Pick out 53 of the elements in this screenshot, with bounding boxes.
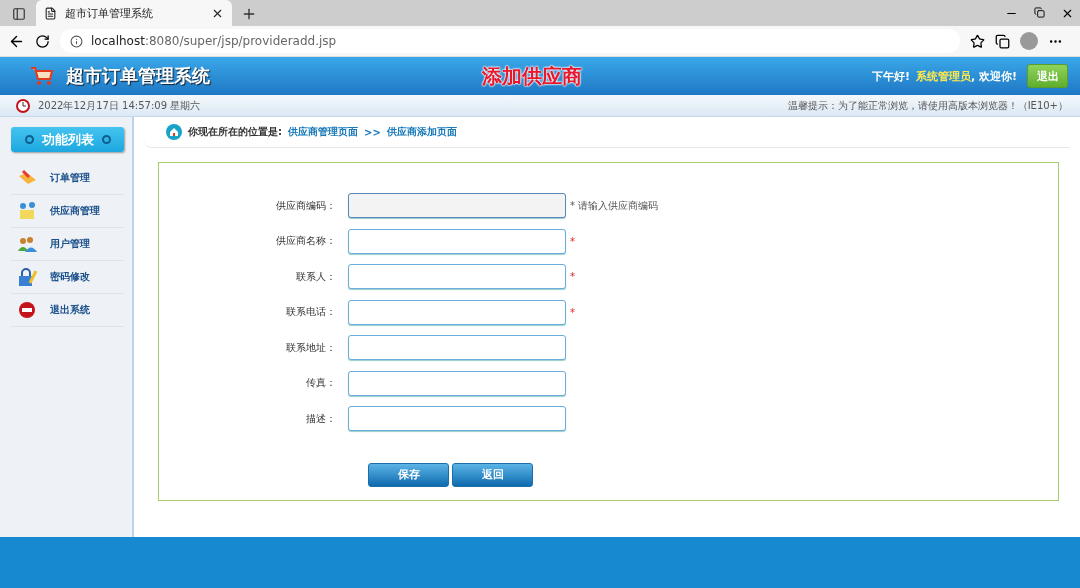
location-label: 你现在所在的位置是: <box>188 125 282 139</box>
lock-icon <box>16 267 38 287</box>
home-icon <box>166 124 182 140</box>
cart-icon <box>30 66 54 86</box>
page-icon <box>44 6 57 20</box>
sidebar-item[interactable]: 密码修改 <box>11 261 124 294</box>
required-mark: * <box>570 271 575 283</box>
sidebar-item[interactable]: 供应商管理 <box>11 195 124 228</box>
input-field[interactable] <box>348 264 566 290</box>
field-label: 传真： <box>305 376 336 391</box>
input-field[interactable] <box>348 228 566 254</box>
back-button[interactable]: 返回 <box>452 462 533 487</box>
input-field[interactable] <box>348 335 566 361</box>
favorite-icon[interactable] <box>970 33 985 49</box>
save-button[interactable]: 保存 <box>368 462 449 487</box>
field-label: 联系地址： <box>285 340 336 355</box>
field-label: 联系人： <box>295 269 336 284</box>
sidebar-item[interactable]: 用户管理 <box>11 228 124 261</box>
date-time: 2022年12月17日 14:57:09 星期六 <box>38 98 201 113</box>
sidebar-item[interactable]: 退出系统 <box>11 294 124 327</box>
browser-tip: 温馨提示：为了能正常浏览，请使用高版本浏览器！（IE10+） <box>787 98 1068 113</box>
input-field[interactable] <box>348 370 566 396</box>
restore-icon[interactable] <box>1034 6 1045 18</box>
users-icon <box>16 234 38 254</box>
field-label: 供应商编码： <box>275 198 336 213</box>
input-field[interactable] <box>348 299 566 325</box>
page-title: 添加供应商 <box>482 62 582 90</box>
info-icon[interactable] <box>70 34 83 48</box>
clock-icon <box>16 98 30 113</box>
collections-icon[interactable] <box>995 33 1010 49</box>
welcome-text: , 欢迎你! <box>970 68 1017 84</box>
input-field[interactable] <box>348 406 566 432</box>
reload-icon[interactable] <box>35 33 50 49</box>
sidebar-title: 功能列表 <box>11 127 124 152</box>
field-label: 供应商名称： <box>275 234 336 249</box>
greeting: 下午好! <box>871 68 910 84</box>
breadcrumb-separator: >> <box>364 126 381 138</box>
address-field[interactable]: localhost:8080/super/jsp/provideradd.jsp <box>60 29 960 53</box>
field-label: 描述： <box>305 411 336 426</box>
field-label: 联系电话： <box>285 305 336 320</box>
browser-tab[interactable]: 超市订单管理系统 <box>36 0 232 26</box>
profile-avatar[interactable] <box>1020 32 1038 50</box>
user-name: 系统管理员 <box>915 68 971 84</box>
tab-title: 超市订单管理系统 <box>65 5 154 21</box>
breadcrumb-link[interactable]: 供应商管理页面 <box>288 125 358 139</box>
app-title: 超市订单管理系统 <box>66 64 211 88</box>
sidebar-item[interactable]: 订单管理 <box>11 162 124 195</box>
required-mark: * <box>570 235 575 247</box>
input-field[interactable] <box>348 193 566 219</box>
required-mark: * <box>570 306 575 318</box>
exit-icon <box>16 300 38 320</box>
field-hint: * 请输入供应商编码 <box>570 198 659 213</box>
breadcrumb-link[interactable]: 供应商添加页面 <box>386 125 457 139</box>
